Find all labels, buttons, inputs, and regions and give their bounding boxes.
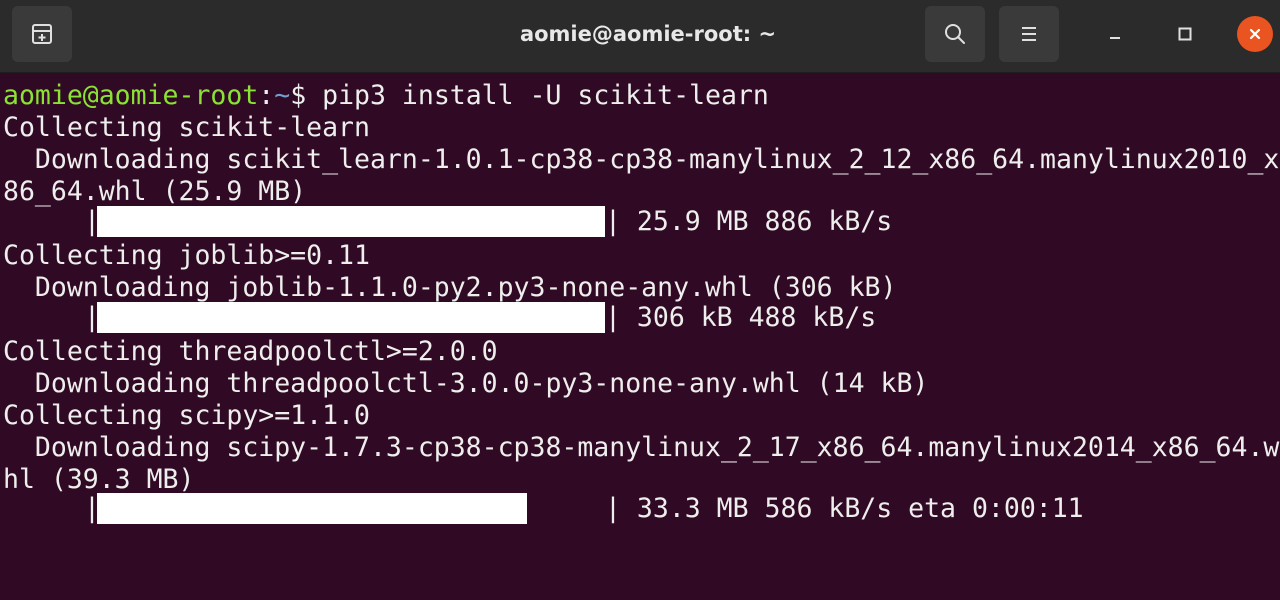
progress-row: | | 306 kB 488 kB/s (0, 302, 1280, 334)
progress-bar-fill (97, 302, 605, 333)
progress-bar-fill (97, 493, 528, 524)
title-bar: aomie@aomie-root: ~ (0, 0, 1280, 73)
progress-bar (97, 302, 605, 333)
minimize-button[interactable] (1097, 16, 1133, 52)
output-line: Collecting scikit-learn (3, 112, 370, 143)
terminal-output[interactable]: aomie@aomie-root:~$ pip3 install -U scik… (0, 78, 1280, 600)
progress-bar-fill (97, 206, 605, 237)
new-tab-icon (32, 24, 52, 44)
menu-button[interactable] (999, 6, 1059, 62)
progress-row: | | 25.9 MB 886 kB/s (0, 206, 1280, 238)
progress-bar (97, 493, 605, 524)
output-line: Downloading scipy-1.7.3-cp38-cp38-manyli… (3, 432, 1280, 463)
search-icon (945, 24, 965, 44)
minimize-icon (1110, 37, 1120, 39)
prompt-symbol: $ (290, 80, 323, 111)
maximize-icon (1178, 27, 1192, 41)
close-icon (1249, 28, 1261, 40)
output-line: Downloading scikit_learn-1.0.1-cp38-cp38… (3, 144, 1280, 175)
search-button[interactable] (925, 6, 985, 62)
hamburger-menu-icon (1022, 27, 1036, 41)
output-line: 86_64.whl (25.9 MB) (3, 176, 307, 207)
maximize-button[interactable] (1167, 16, 1203, 52)
prompt-separator: : (258, 80, 275, 111)
prompt-command: pip3 install -U scikit-learn (322, 80, 769, 111)
new-tab-button[interactable] (12, 6, 72, 62)
output-line: Collecting threadpoolctl>=2.0.0 (3, 336, 498, 367)
output-line: Collecting joblib>=0.11 (3, 240, 370, 271)
output-line: hl (39.3 MB) (3, 464, 195, 495)
prompt-line: aomie@aomie-root:~$ pip3 install -U scik… (3, 80, 769, 112)
progress-status: | 25.9 MB 886 kB/s (605, 206, 893, 237)
output-line: Downloading threadpoolctl-3.0.0-py3-none… (3, 368, 929, 399)
progress-status: | 306 kB 488 kB/s (605, 302, 877, 333)
progress-row: | | 33.3 MB 586 kB/s eta 0:00:11 (0, 493, 1280, 525)
output-line: Collecting scipy>=1.1.0 (3, 400, 370, 431)
progress-bar (97, 206, 605, 237)
terminal-window: aomie@aomie-root: ~ aomie@aomie-root:~$ … (0, 0, 1280, 600)
window-title: aomie@aomie-root: ~ (519, 22, 777, 46)
prompt-user-host: aomie@aomie-root (3, 80, 259, 111)
progress-status: | 33.3 MB 586 kB/s eta 0:00:11 (605, 493, 1084, 524)
close-button[interactable] (1237, 16, 1273, 52)
prompt-path: ~ (274, 80, 291, 111)
output-line: Downloading joblib-1.1.0-py2.py3-none-an… (3, 272, 897, 303)
